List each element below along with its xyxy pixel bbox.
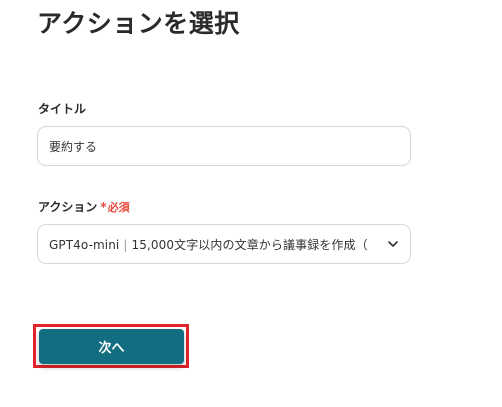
action-field-label: アクション *必須 xyxy=(38,199,130,216)
next-button[interactable]: 次へ xyxy=(39,329,184,364)
action-select-value: GPT4o-mini | 15,000文字以内の文章から議事録を作成（ xyxy=(49,236,380,253)
action-label-text: アクション xyxy=(38,200,98,214)
action-description: 15,000文字以内の文章から議事録を作成（ xyxy=(131,237,368,252)
title-field-label: タイトル xyxy=(38,101,86,117)
title-label-text: タイトル xyxy=(38,102,87,116)
title-input[interactable]: 要約する xyxy=(37,126,411,166)
action-separator: | xyxy=(123,237,128,252)
page-title: アクションを選択 xyxy=(37,9,240,38)
action-select[interactable]: GPT4o-mini | 15,000文字以内の文章から議事録を作成（ xyxy=(37,224,411,264)
required-badge: 必須 xyxy=(107,201,130,214)
action-model-name: GPT4o-mini xyxy=(49,237,120,252)
title-input-value: 要約する xyxy=(49,139,98,154)
chevron-down-icon[interactable] xyxy=(386,237,400,251)
required-asterisk: * xyxy=(100,200,107,214)
action-selection-page: アクションを選択 タイトル 要約する アクション *必須 GPT4o-mini | 1… xyxy=(0,0,502,407)
